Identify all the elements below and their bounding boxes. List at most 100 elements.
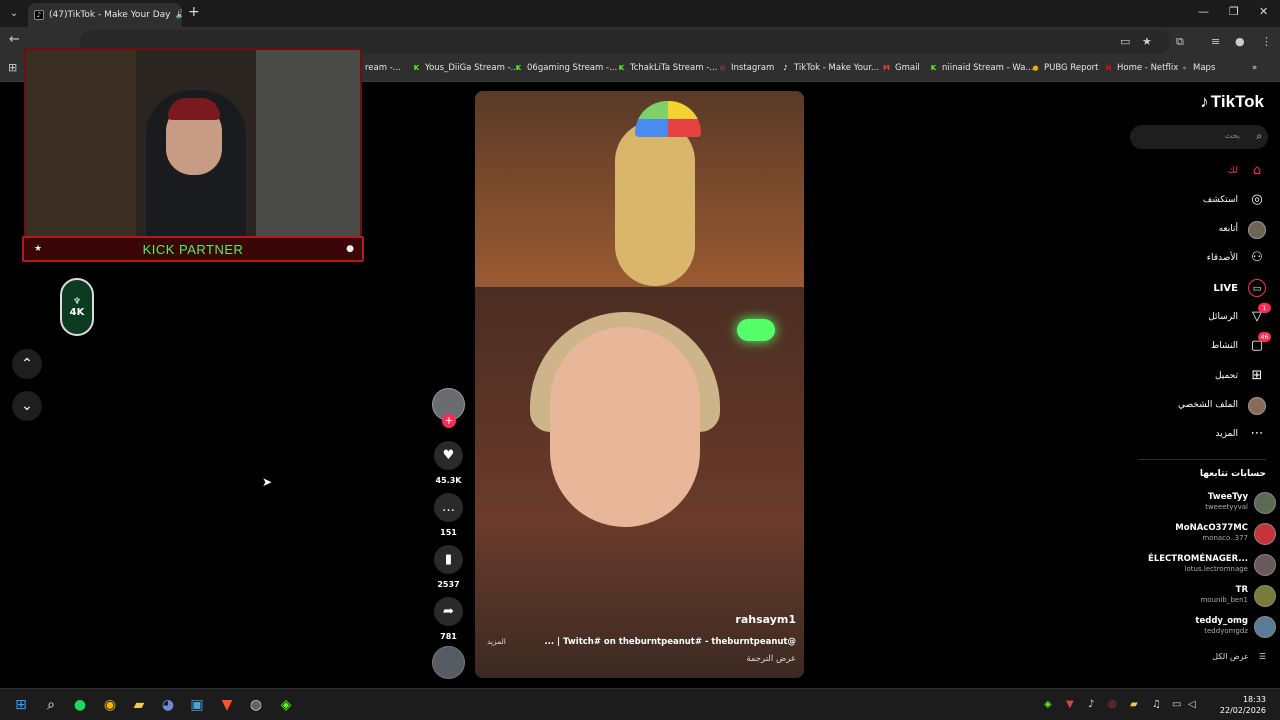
share-arrow-icon[interactable]: ➦ (434, 597, 463, 626)
microphone-icon[interactable]: ♫ (1152, 699, 1161, 710)
bookmark-item[interactable]: N Home - Netflix (1104, 63, 1179, 73)
video-top-scene (475, 91, 804, 287)
bookmark-item[interactable]: M Gmail (882, 63, 920, 73)
kick-partner-label: KICK PARTNER (142, 241, 244, 257)
account-name: MoNAcO377MC (1175, 523, 1248, 533)
nav-more[interactable]: المزيد ⋯ (1215, 423, 1266, 445)
search-placeholder: بحث (1224, 131, 1240, 140)
file-explorer-icon[interactable]: ▰ (129, 695, 149, 715)
tray-steam-icon[interactable]: ◎ (1108, 699, 1117, 710)
search-icon[interactable]: ⌕ (41, 695, 61, 715)
nav-live[interactable]: LIVE ▭ (1213, 277, 1266, 299)
previous-video-button[interactable]: ⌃ (12, 349, 42, 379)
comment-icon[interactable]: … (434, 493, 463, 522)
tray-kick-icon[interactable]: ◈ (1044, 699, 1052, 710)
clock-date: 22/02/2026 (1219, 706, 1266, 715)
follow-plus-icon[interactable]: + (442, 414, 456, 428)
caption-more-link[interactable]: المزيد (487, 637, 506, 646)
new-tab-button[interactable]: + (188, 4, 200, 20)
comment-count: 151 (440, 528, 457, 537)
nav-activity[interactable]: النشاط ▢ 46 (1211, 332, 1271, 357)
photos-icon[interactable]: ▣ (187, 695, 207, 715)
spotify-icon[interactable]: ● (70, 695, 90, 715)
brave-icon[interactable]: ▼ (217, 695, 237, 715)
bookmark-item[interactable]: K Yous_DiiGa Stream -... (412, 63, 519, 73)
nav-label: لك (1227, 166, 1238, 176)
nav-for-you[interactable]: لك ⌂ (1228, 160, 1266, 182)
close-window-button[interactable]: ✕ (1259, 5, 1268, 18)
tray-shield-icon[interactable]: ▼ (1066, 699, 1074, 710)
bookmark-item[interactable]: ⌖ Maps (1180, 63, 1216, 73)
profile-avatar-icon[interactable]: ● (1235, 35, 1245, 48)
account-handle: tweeetyyval (1205, 503, 1248, 511)
nav-explore[interactable]: استكشف ◎ (1203, 189, 1266, 211)
badge-text: 4K (69, 306, 85, 318)
profile-avatar-icon (1248, 396, 1266, 415)
obs-icon[interactable]: ◍ (246, 695, 266, 715)
bookmark-item[interactable]: K TchakLiTa Stream -... (617, 63, 718, 73)
discord-icon[interactable]: ◕ (158, 695, 178, 715)
search-icon[interactable]: ⌕ (1256, 131, 1262, 142)
maximize-button[interactable]: ❐ (1229, 5, 1239, 18)
minimize-button[interactable]: — (1198, 5, 1209, 18)
music-disc-icon[interactable] (432, 646, 465, 679)
account-name: TweeTyy (1207, 492, 1248, 502)
nav-profile[interactable]: الملف الشخصي (1178, 394, 1266, 416)
windows-taskbar: ⊞ ⌕ ● ◉ ▰ ◕ ▣ ▼ ◍ ◈ ◈ ▼ ♪ ◎ ▰ ♫ ▭ ◁ 18:3… (0, 688, 1280, 720)
tab-tiktok[interactable]: ♪ (47)TikTok - Make Your Day 🔊 ✕ (28, 3, 182, 27)
tab-search-icon[interactable]: ⌄ (6, 6, 22, 22)
netflix-icon: N (1105, 63, 1112, 72)
bookmark-item[interactable]: ◎ Instagram (718, 63, 774, 73)
kick-app-icon[interactable]: ◈ (276, 695, 296, 715)
like-heart-icon[interactable]: ♥ (434, 441, 463, 470)
bookmark-label: Instagram (731, 63, 775, 73)
chrome-icon[interactable]: ◉ (100, 695, 120, 715)
cast-icon[interactable]: ▭ (1120, 35, 1130, 48)
video-author[interactable]: rahsaym1 (735, 613, 796, 626)
account-avatar (1254, 523, 1276, 545)
nav-friends[interactable]: الأصدقاء ⚇ (1207, 247, 1266, 269)
bookmark-item[interactable]: ♪ TikTok - Make Your... (781, 63, 879, 73)
tray-folder-icon[interactable]: ▰ (1130, 699, 1138, 710)
bookmark-label: TikTok - Make Your... (794, 63, 880, 73)
bookmark-item[interactable]: ● PUBG Report (1031, 63, 1098, 73)
volume-icon[interactable]: ◁ (1188, 699, 1196, 710)
bookmark-icon[interactable]: ▮ (434, 545, 463, 574)
like-count: 45.3K (435, 476, 462, 485)
following-account[interactable]: MoNAcO377MC monaco..377 (1130, 521, 1278, 549)
bookmark-star-icon[interactable]: ★ (1142, 35, 1152, 48)
following-account[interactable]: TweeTyy tweeetyyval (1130, 490, 1278, 518)
following-accounts-title: حسابات تتابعها (1199, 469, 1266, 479)
nav-messages[interactable]: الرسائل ▽ 1 (1208, 303, 1271, 328)
see-translation-link[interactable]: عرض الترجمة (746, 654, 796, 664)
tray-tiktok-icon[interactable]: ♪ (1088, 699, 1094, 710)
propeller-cap (635, 101, 701, 137)
kick-icon: K (515, 63, 522, 72)
video-player[interactable]: rahsaym1 المزيد ... | Twitch# on theburn… (475, 91, 804, 678)
next-video-button[interactable]: ⌄ (12, 391, 42, 421)
bookmark-item[interactable]: K 06gaming Stream -... (514, 63, 617, 73)
menu-dots-icon[interactable]: ⋮ (1261, 35, 1272, 48)
tab-strip: ⌄ ♪ (47)TikTok - Make Your Day 🔊 ✕ + — ❐… (0, 0, 1280, 27)
extensions-icon[interactable]: ⧉ (1176, 35, 1184, 49)
media-controls-icon[interactable]: ≡ (1211, 35, 1220, 48)
search-input[interactable]: بحث ⌕ (1130, 125, 1268, 149)
upload-icon: ⊞ (1251, 368, 1263, 383)
see-all-label: عرض الكل (1212, 652, 1249, 661)
save-count: 2537 (437, 580, 460, 589)
following-account[interactable]: teddy_omg teddyomgdz (1130, 614, 1278, 642)
system-clock[interactable]: 18:33 22/02/2026 (1220, 694, 1266, 716)
following-account[interactable]: TR mounib_ben1 (1130, 583, 1278, 611)
tiktok-logo[interactable]: ♪ TikTok (1200, 92, 1264, 112)
network-icon[interactable]: ▭ (1172, 699, 1181, 710)
see-all-link[interactable]: عرض الكل ☰ (1212, 652, 1266, 661)
following-account[interactable]: ÉLECTROMÉNAGER... lotus.lectromnage (1130, 552, 1278, 580)
bookmarks-overflow-icon[interactable]: » (1252, 63, 1257, 73)
speaker-icon[interactable]: 🔊 (175, 10, 182, 20)
nav-following[interactable]: أتابعه (1219, 218, 1266, 240)
nav-label: المزيد (1215, 429, 1238, 439)
star-icon: ★ (34, 244, 43, 254)
bookmark-item[interactable]: Kniinaid Stream - Wa... (929, 63, 1034, 73)
windows-start-icon[interactable]: ⊞ (11, 695, 31, 715)
nav-upload[interactable]: تحميل ⊞ (1215, 365, 1266, 387)
